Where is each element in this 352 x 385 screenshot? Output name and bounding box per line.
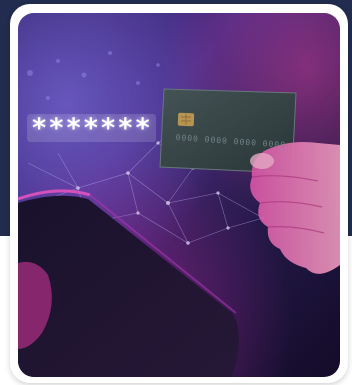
page: ******* 0000 0000 0000 0000 [0, 0, 352, 385]
password-mask-text: ******* [27, 114, 156, 144]
payment-security-photo: ******* 0000 0000 0000 0000 [18, 13, 340, 377]
photo-illustration [18, 13, 340, 377]
